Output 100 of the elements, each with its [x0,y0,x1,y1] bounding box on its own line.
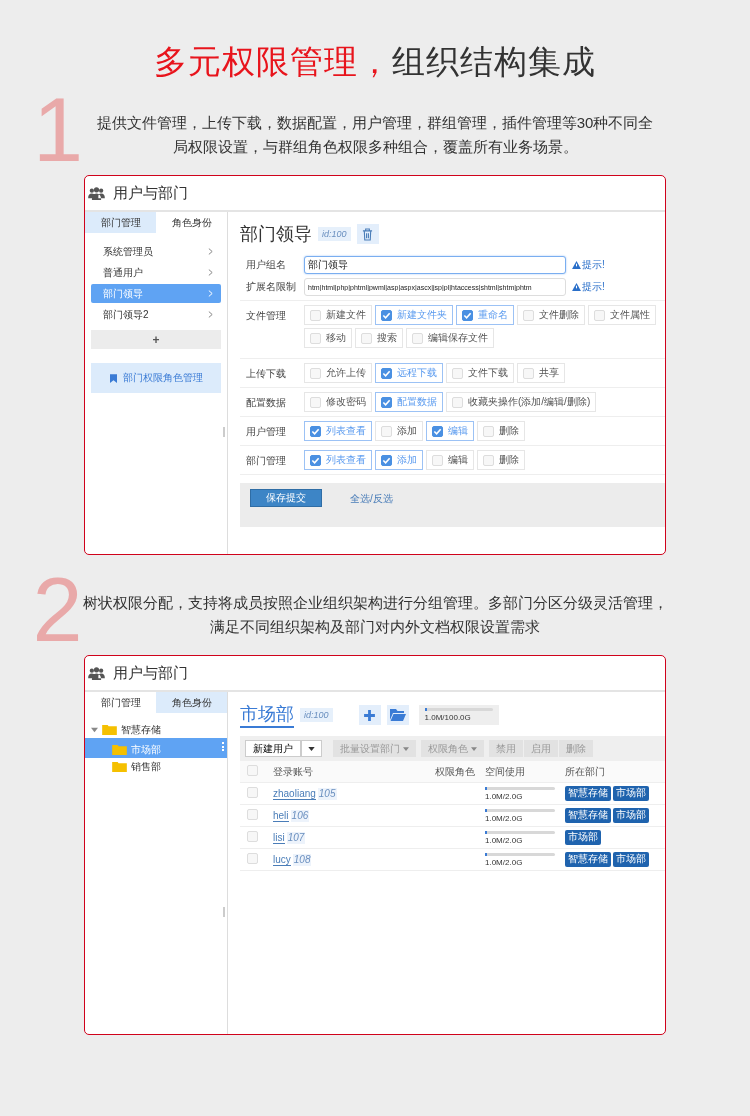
caret-icon [308,746,315,751]
permission-option[interactable]: 文件删除 [517,305,585,325]
department-tag: 市场部 [565,830,601,845]
permission-option[interactable]: 允许上传 [304,363,372,383]
permission-option[interactable]: 搜索 [355,328,403,348]
checkbox[interactable] [432,425,443,437]
permission-label: 文件管理 [246,309,287,323]
permission-option[interactable]: 编辑保存文件 [406,328,494,348]
user-id: 107 [286,831,306,844]
id-badge: id:100 [300,708,333,722]
checkbox[interactable] [381,454,392,466]
dropdown-button[interactable] [301,740,322,757]
section-number: 2 [32,565,83,655]
window-title: 用户与部门 [113,663,188,683]
permission-label: 上传下载 [246,367,287,381]
window-title: 用户与部门 [113,183,188,203]
resize-handle[interactable] [223,907,225,917]
column-header: 登录账号 [273,764,314,779]
usage-meter: 1.0M/2.0G [485,852,565,867]
role-management-button[interactable]: 部门权限角色管理 [91,363,221,393]
role-item[interactable]: 系统管理员 [91,242,221,261]
permission-option[interactable]: 收藏夹操作(添加/编辑/删除) [446,392,597,412]
checkbox[interactable] [381,309,392,321]
trash-icon [362,227,374,241]
permission-option[interactable]: 移动 [304,328,352,348]
chevron-icon [208,311,213,318]
section-description: 提供文件管理，上传下载，数据配置，用户管理，群组管理，插件管理等30种不同全局权限设置，与群组角色权限多种组合，覆盖所有业务场景。 [95,113,655,157]
department-tag: 市场部 [613,852,649,867]
folder-icon [112,761,127,772]
column-header: 所在部门 [565,764,606,779]
permission-option[interactable]: 新建文件 [304,305,372,325]
field-label: 扩展名限制 [246,280,297,294]
add-button[interactable] [358,705,381,725]
folder-icon [112,744,127,755]
role-item[interactable]: 普通用户 [91,263,221,282]
users-icon [88,666,105,680]
add-button[interactable]: + [91,330,221,349]
users-icon [88,186,105,200]
role-item[interactable]: 部门领导2 [91,305,221,324]
new-user-button[interactable]: 新建用户 [245,740,301,757]
permission-option[interactable]: 文件属性 [588,305,656,325]
usage-meter: 1.0M/2.0G [485,786,565,801]
id-badge: id:100 [318,227,351,241]
department-tag: 市场部 [613,786,649,801]
permission-label: 配置数据 [246,396,287,410]
tree-item[interactable]: 销售部 [85,758,227,775]
caret-icon[interactable] [91,726,98,733]
field-label: 用户组名 [246,258,287,272]
column-header: 空间使用 [485,764,526,779]
account-link[interactable]: lisi [273,831,285,844]
department-tag: 智慧存储 [565,786,611,801]
checkbox[interactable] [381,367,392,379]
folder-icon [389,709,406,721]
permission-option[interactable]: 编辑 [426,450,474,470]
chevron-icon [208,290,213,297]
permission-option[interactable]: 共享 [517,363,565,383]
department-tag: 智慧存储 [565,852,611,867]
account-link[interactable]: lucy [273,853,291,866]
usage-meter: 1.0M/2.0G [485,830,565,845]
save-button[interactable]: 保存提交 [250,489,322,507]
tab[interactable]: 角色身份 [156,692,227,713]
tab[interactable]: 部门管理 [85,212,156,233]
permission-option[interactable]: 删除 [477,421,525,441]
warning-icon [572,261,581,269]
storage-meter: 1.0M/100.0G [418,705,499,725]
bookmark-icon [109,373,117,383]
folder-button[interactable] [386,705,409,725]
tree-item[interactable]: 智慧存储 [85,721,227,738]
permission-option[interactable]: 文件下载 [446,363,514,383]
department-heading: 市场部 [240,702,294,728]
account-link[interactable]: zhaoliang [273,787,316,800]
caret-icon [403,746,409,751]
checkbox[interactable] [310,425,321,437]
section-description: 树状权限分配，支持将成员按照企业组织架构进行分组管理。多部门分区分级灵活管理，满足不同组织架构及部门对内外文档权限设置需求 [82,593,668,637]
select-all-link[interactable]: 全选/反选 [350,489,393,506]
user-id: 106 [290,809,310,822]
column-header: 权限角色 [435,764,476,779]
user-id: 108 [292,853,312,866]
resize-handle[interactable] [223,427,225,437]
user-id: 105 [317,787,337,800]
warning-icon [572,283,581,291]
section-title: 多元权限管理，组织结构集成 [154,42,596,82]
text-field[interactable]: 部门领导 [304,256,566,274]
plus-icon [363,708,377,722]
checkbox[interactable] [462,309,473,321]
hint-link[interactable]: 提示! [572,258,605,272]
caret-icon [471,746,477,751]
section-number: 1 [33,85,84,175]
folder-icon [102,724,117,735]
permission-option[interactable]: 添加 [375,421,423,441]
account-link[interactable]: heli [273,809,289,822]
hint-link[interactable]: 提示! [572,280,605,294]
department-tag: 智慧存储 [565,808,611,823]
checkbox[interactable] [381,396,392,408]
usage-meter: 1.0M/2.0G [485,808,565,823]
checkbox[interactable] [310,454,321,466]
permission-option[interactable]: 修改密码 [304,392,372,412]
delete-button[interactable] [356,224,379,244]
chevron-icon [208,269,213,276]
permission-option[interactable]: 删除 [477,450,525,470]
